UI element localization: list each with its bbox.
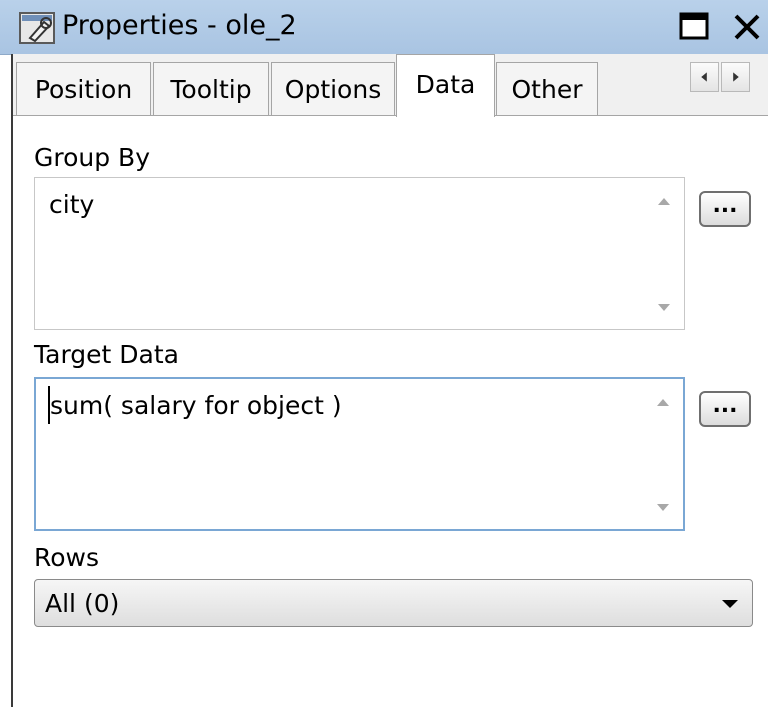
scroll-up-icon[interactable]: [655, 397, 671, 407]
maximize-icon[interactable]: [678, 10, 712, 44]
tab-position[interactable]: Position: [16, 62, 151, 115]
tab-baseline: [13, 115, 768, 116]
window-title: Properties - ole_2: [62, 10, 297, 41]
scroll-up-icon[interactable]: [656, 196, 672, 206]
tab-tooltip[interactable]: Tooltip: [153, 62, 269, 115]
target-data-value: sum( salary for object ): [50, 391, 342, 420]
target-data-scrollbar[interactable]: [643, 379, 683, 529]
properties-icon: [19, 12, 55, 44]
target-data-ellipsis-button[interactable]: ...: [699, 391, 751, 427]
target-data-label: Target Data: [34, 340, 179, 369]
group-by-value: city: [49, 190, 95, 219]
close-icon[interactable]: [730, 10, 764, 44]
rows-selected-value: All (0): [45, 589, 120, 618]
tab-data[interactable]: Data: [396, 54, 495, 117]
title-bar[interactable]: Properties - ole_2: [0, 0, 768, 55]
scroll-down-icon[interactable]: [655, 503, 671, 513]
tab-other[interactable]: Other: [496, 62, 598, 115]
group-by-label: Group By: [34, 143, 151, 172]
group-by-ellipsis-button[interactable]: ...: [699, 191, 751, 227]
tab-options[interactable]: Options: [271, 62, 395, 115]
group-by-scrollbar[interactable]: [644, 178, 684, 329]
chevron-down-icon: [722, 600, 738, 608]
window-left-border: [11, 54, 13, 707]
scroll-down-icon[interactable]: [656, 303, 672, 313]
tab-scroll-buttons: [690, 62, 752, 94]
tab-scroll-right-icon[interactable]: [721, 62, 750, 92]
text-caret: [48, 386, 50, 424]
group-by-field[interactable]: city: [34, 177, 685, 330]
tab-strip: Position Tooltip Options Data Other: [13, 54, 768, 117]
rows-select[interactable]: All (0): [34, 579, 753, 627]
rows-label: Rows: [34, 543, 100, 572]
tab-scroll-left-icon[interactable]: [690, 62, 719, 92]
target-data-field[interactable]: sum( salary for object ): [34, 377, 685, 531]
